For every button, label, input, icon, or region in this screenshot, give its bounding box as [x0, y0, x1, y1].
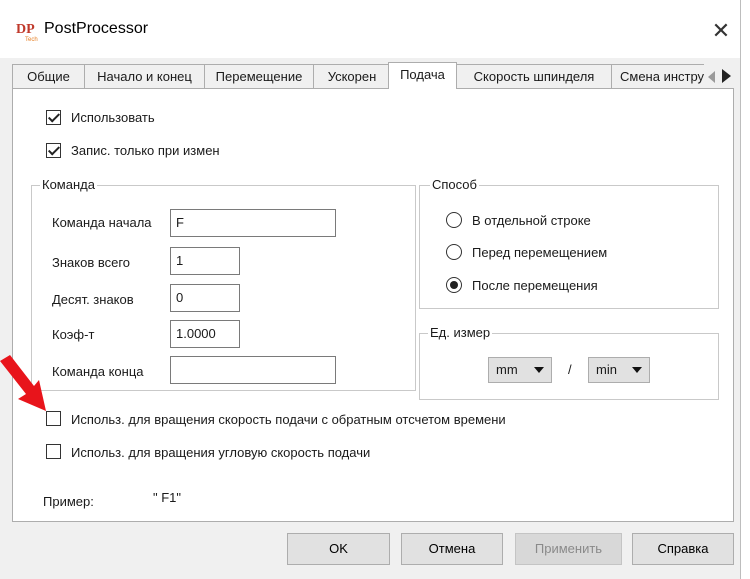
- ok-button[interactable]: OK: [287, 533, 390, 565]
- total-digits-label: Знаков всего: [52, 255, 131, 270]
- annotation-arrow-icon: [0, 355, 46, 411]
- example-label: Пример:: [43, 494, 94, 509]
- cancel-button[interactable]: Отмена: [401, 533, 503, 565]
- dp-logo-icon: DP Tech: [16, 22, 38, 42]
- svg-text:DP: DP: [16, 22, 35, 37]
- postprocessor-dialog: DP Tech PostProcessor ✕ Общие Начало и к…: [0, 0, 741, 579]
- tab-feed[interactable]: Подача: [388, 62, 457, 89]
- units-group: Ед. измер mm / min: [419, 325, 719, 400]
- title-bar[interactable]: DP Tech PostProcessor ✕: [0, 0, 740, 58]
- start-command-label: Команда начала: [52, 215, 152, 230]
- unit-time-select[interactable]: min: [588, 357, 650, 383]
- angular-feed-label: Использ. для вращения угловую скорость п…: [71, 445, 371, 460]
- radio-after-move[interactable]: [446, 277, 462, 293]
- window-title: PostProcessor: [44, 20, 149, 37]
- tab-tool-change[interactable]: Смена инструмен: [611, 64, 711, 88]
- coef-label: Коэф-т: [52, 327, 95, 342]
- tab-acceleration[interactable]: Ускорен: [313, 64, 391, 88]
- unit-time-value: min: [596, 362, 617, 377]
- method-group-title: Способ: [430, 177, 479, 192]
- decimal-digits-input[interactable]: 0: [170, 284, 240, 312]
- total-digits-input[interactable]: 1: [170, 247, 240, 275]
- write-on-change-label: Запис. только при измен: [71, 143, 220, 158]
- chevron-down-icon: [632, 367, 642, 373]
- unit-length-select[interactable]: mm: [488, 357, 552, 383]
- tab-movement[interactable]: Перемещение: [204, 64, 314, 88]
- decimal-digits-label: Десят. знаков: [52, 292, 134, 307]
- help-button[interactable]: Справка: [632, 533, 734, 565]
- close-icon[interactable]: ✕: [706, 16, 736, 46]
- method-group: Способ В отдельной строке Перед перемеще…: [419, 177, 719, 309]
- unit-length-value: mm: [496, 362, 518, 377]
- radio-separate-line[interactable]: [446, 212, 462, 228]
- scroll-left-icon[interactable]: [708, 71, 715, 83]
- start-command-input[interactable]: F: [170, 209, 336, 237]
- units-group-title: Ед. измер: [428, 325, 493, 340]
- radio-before-move-label: Перед перемещением: [472, 245, 608, 260]
- example-value: " F1": [153, 490, 182, 505]
- inverse-time-label: Использ. для вращения скорость подачи с …: [71, 412, 506, 427]
- use-label: Использовать: [71, 110, 155, 125]
- radio-after-move-label: После перемещения: [472, 278, 598, 293]
- scroll-right-icon[interactable]: [722, 69, 731, 83]
- radio-before-move[interactable]: [446, 244, 462, 260]
- tab-start-end[interactable]: Начало и конец: [84, 64, 205, 88]
- tab-bar: Общие Начало и конец Перемещение Ускорен…: [0, 62, 740, 89]
- apply-button[interactable]: Применить: [515, 533, 622, 565]
- svg-text:Tech: Tech: [25, 37, 38, 42]
- end-command-input[interactable]: [170, 356, 336, 384]
- coef-input[interactable]: 1.0000: [170, 320, 240, 348]
- chevron-down-icon: [534, 367, 544, 373]
- tab-general[interactable]: Общие: [12, 64, 85, 88]
- angular-feed-checkbox[interactable]: [46, 444, 61, 459]
- feed-tab-panel: Использовать Запис. только при измен Ком…: [12, 88, 734, 522]
- command-group-title: Команда: [40, 177, 97, 192]
- tab-scroll-buttons: [704, 64, 736, 88]
- write-on-change-checkbox[interactable]: [46, 143, 61, 158]
- units-separator: /: [568, 362, 572, 377]
- radio-separate-line-label: В отдельной строке: [472, 213, 591, 228]
- use-checkbox[interactable]: [46, 110, 61, 125]
- tab-spindle-speed[interactable]: Скорость шпинделя: [456, 64, 612, 88]
- command-group: Команда Команда начала F Знаков всего 1 …: [31, 177, 416, 391]
